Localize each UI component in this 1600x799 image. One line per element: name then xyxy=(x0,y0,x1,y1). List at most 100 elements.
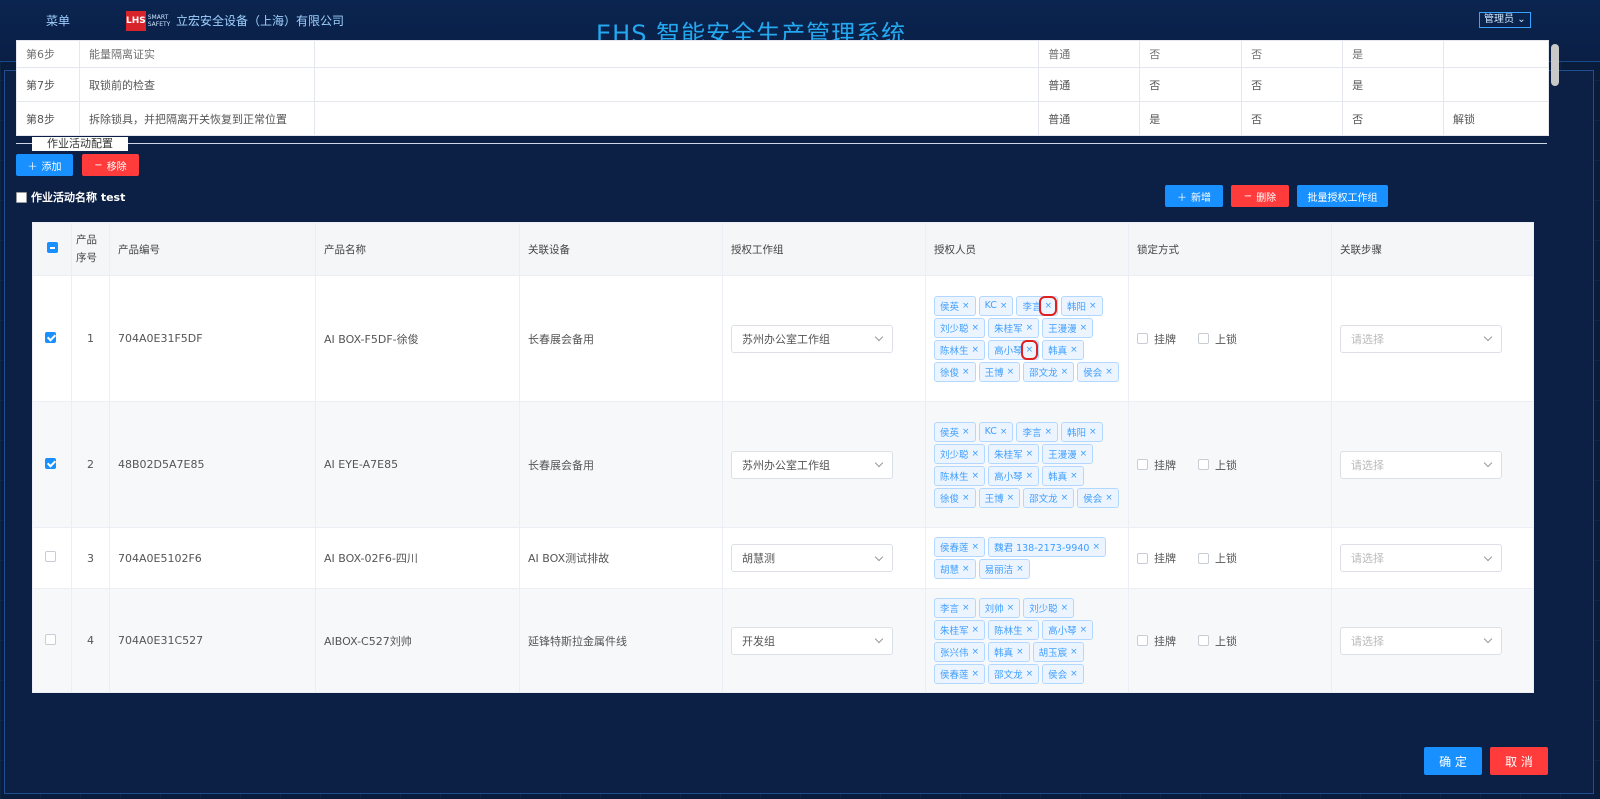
close-icon[interactable]: × xyxy=(1007,493,1015,503)
close-icon[interactable]: × xyxy=(972,542,980,552)
close-icon[interactable]: × xyxy=(962,564,970,574)
row-checkbox[interactable] xyxy=(45,551,56,562)
close-icon[interactable]: × xyxy=(1070,471,1078,481)
close-icon[interactable]: × xyxy=(1026,669,1034,679)
lock-option-lock[interactable]: 上锁 xyxy=(1198,550,1237,566)
close-icon[interactable]: × xyxy=(962,427,970,437)
close-icon[interactable]: × xyxy=(1000,427,1008,437)
lock-option-lock[interactable]: 上锁 xyxy=(1198,331,1237,347)
new-button[interactable]: ＋ 新增 xyxy=(1165,185,1223,207)
close-icon[interactable]: × xyxy=(1044,427,1052,437)
group-select[interactable]: 苏州办公室工作组 xyxy=(731,324,893,353)
lock-option-tag[interactable]: 挂牌 xyxy=(1137,633,1176,649)
step-cell-c3: 否 xyxy=(1342,101,1445,136)
close-icon[interactable]: × xyxy=(972,345,980,355)
row-checkbox[interactable] xyxy=(45,633,56,645)
close-icon[interactable]: × xyxy=(1000,301,1008,311)
lock-checkbox[interactable] xyxy=(1137,635,1148,646)
close-icon[interactable]: × xyxy=(972,669,980,679)
close-icon[interactable]: × xyxy=(1016,647,1024,657)
row-step-cell: 请选择 xyxy=(1331,275,1534,402)
close-icon[interactable]: × xyxy=(1007,367,1015,377)
close-icon[interactable]: × xyxy=(972,647,980,657)
delete-button[interactable]: − 删除 xyxy=(1231,185,1289,207)
step-select-placeholder: 请选择 xyxy=(1351,332,1384,346)
lock-option-lock[interactable]: 上锁 xyxy=(1198,633,1237,649)
row-checkbox[interactable] xyxy=(45,331,56,343)
close-icon[interactable]: × xyxy=(1026,625,1034,635)
person-tag-label: 张兴伟 xyxy=(940,647,969,659)
close-icon[interactable]: × xyxy=(1105,367,1113,377)
close-icon[interactable]: × xyxy=(1089,427,1097,437)
lock-checkbox[interactable] xyxy=(1198,333,1209,344)
step-cell-no: 第8步 xyxy=(16,101,80,136)
remove-button[interactable]: − 移除 xyxy=(82,154,139,176)
group-select[interactable]: 苏州办公室工作组 xyxy=(731,450,893,479)
lock-checkbox[interactable] xyxy=(1198,552,1209,564)
user-menu[interactable]: 管理员 ⌄ xyxy=(1479,12,1531,28)
select-all-checkbox[interactable] xyxy=(47,242,58,253)
close-icon[interactable]: × xyxy=(1061,367,1069,377)
step-select[interactable]: 请选择 xyxy=(1340,450,1502,479)
menu-button[interactable]: 菜单 xyxy=(46,12,70,29)
close-icon[interactable]: × xyxy=(962,301,970,311)
group-select[interactable]: 胡慧测 xyxy=(731,544,893,572)
close-icon[interactable]: × xyxy=(1080,323,1088,333)
group-select[interactable]: 开发组 xyxy=(731,626,893,655)
lock-checkbox[interactable] xyxy=(1137,552,1148,564)
close-icon[interactable]: × xyxy=(962,603,970,613)
step-select[interactable]: 请选择 xyxy=(1340,324,1502,353)
close-icon[interactable]: × xyxy=(1061,603,1069,613)
row-checkbox[interactable] xyxy=(45,457,56,469)
close-icon[interactable]: × xyxy=(1026,471,1034,481)
close-icon[interactable]: × xyxy=(1026,449,1034,459)
close-icon[interactable]: × xyxy=(1020,339,1038,360)
close-icon[interactable]: × xyxy=(1007,603,1015,613)
close-icon[interactable]: × xyxy=(1070,669,1078,679)
close-icon[interactable]: × xyxy=(1026,323,1034,333)
close-icon[interactable]: × xyxy=(1070,647,1078,657)
close-icon[interactable]: × xyxy=(962,493,970,503)
lock-option-label: 挂牌 xyxy=(1154,332,1176,346)
close-icon[interactable]: × xyxy=(962,367,970,377)
table-row[interactable]: 3 704A0E5102F6 AI BOX-02F6-四川 AI BOX测试排故 胡慧测… xyxy=(32,527,1534,589)
cancel-button[interactable]: 取 消 xyxy=(1490,747,1548,775)
lock-option-tag[interactable]: 挂牌 xyxy=(1137,331,1176,347)
lock-option-tag[interactable]: 挂牌 xyxy=(1137,550,1176,566)
close-icon[interactable]: × xyxy=(972,323,980,333)
activity-name[interactable]: 作业活动名称 test xyxy=(16,189,125,205)
step-select[interactable]: 请选择 xyxy=(1340,626,1502,655)
close-icon[interactable]: × xyxy=(1092,542,1100,552)
close-icon[interactable]: × xyxy=(1089,301,1097,311)
close-icon[interactable]: × xyxy=(972,449,980,459)
step-cell-level: 普通 xyxy=(1038,101,1141,136)
add-button[interactable]: ＋添加 xyxy=(16,154,73,176)
batch-authorize-button[interactable]: 批量授权工作组 xyxy=(1297,185,1388,207)
close-icon[interactable]: × xyxy=(1016,564,1024,574)
confirm-button[interactable]: 确 定 xyxy=(1424,747,1482,775)
person-tag-label: 侯春莲 xyxy=(940,543,969,554)
table-row[interactable]: 2 48B02D5A7E85 AI EYE-A7E85 长春展会备用 苏州办公室工作组侯… xyxy=(32,401,1534,528)
close-icon[interactable]: × xyxy=(1039,295,1057,316)
person-tag-label: 王漫漫 xyxy=(1048,323,1077,335)
activity-checkbox[interactable] xyxy=(16,191,27,203)
lock-checkbox[interactable] xyxy=(1137,459,1148,470)
close-icon[interactable]: × xyxy=(1061,493,1069,503)
close-icon[interactable]: × xyxy=(1070,345,1078,355)
step-select[interactable]: 请选择 xyxy=(1340,544,1502,572)
table-row[interactable]: 4 704A0E31C527 AIBOX-C527刘帅 延锋特斯拉金属件线 开发组 李言 ×… xyxy=(32,588,1534,693)
scrollbar[interactable] xyxy=(1551,44,1559,86)
close-icon[interactable]: × xyxy=(972,471,980,481)
lock-checkbox[interactable] xyxy=(1137,333,1148,344)
lock-option-lock[interactable]: 上锁 xyxy=(1198,457,1237,473)
close-icon[interactable]: × xyxy=(1080,625,1088,635)
close-icon[interactable]: × xyxy=(1105,493,1113,503)
lock-checkbox[interactable] xyxy=(1198,635,1209,646)
lock-checkbox[interactable] xyxy=(1198,459,1209,470)
group-select-value: 苏州办公室工作组 xyxy=(742,332,830,346)
close-icon[interactable]: × xyxy=(972,625,980,635)
lock-option-tag[interactable]: 挂牌 xyxy=(1137,457,1176,473)
row-seq: 2 xyxy=(71,401,110,528)
close-icon[interactable]: × xyxy=(1080,449,1088,459)
table-row[interactable]: 1 704A0E31F5DF AI BOX-F5DF-徐俊 长春展会备用 苏州办公室工作… xyxy=(32,275,1534,402)
